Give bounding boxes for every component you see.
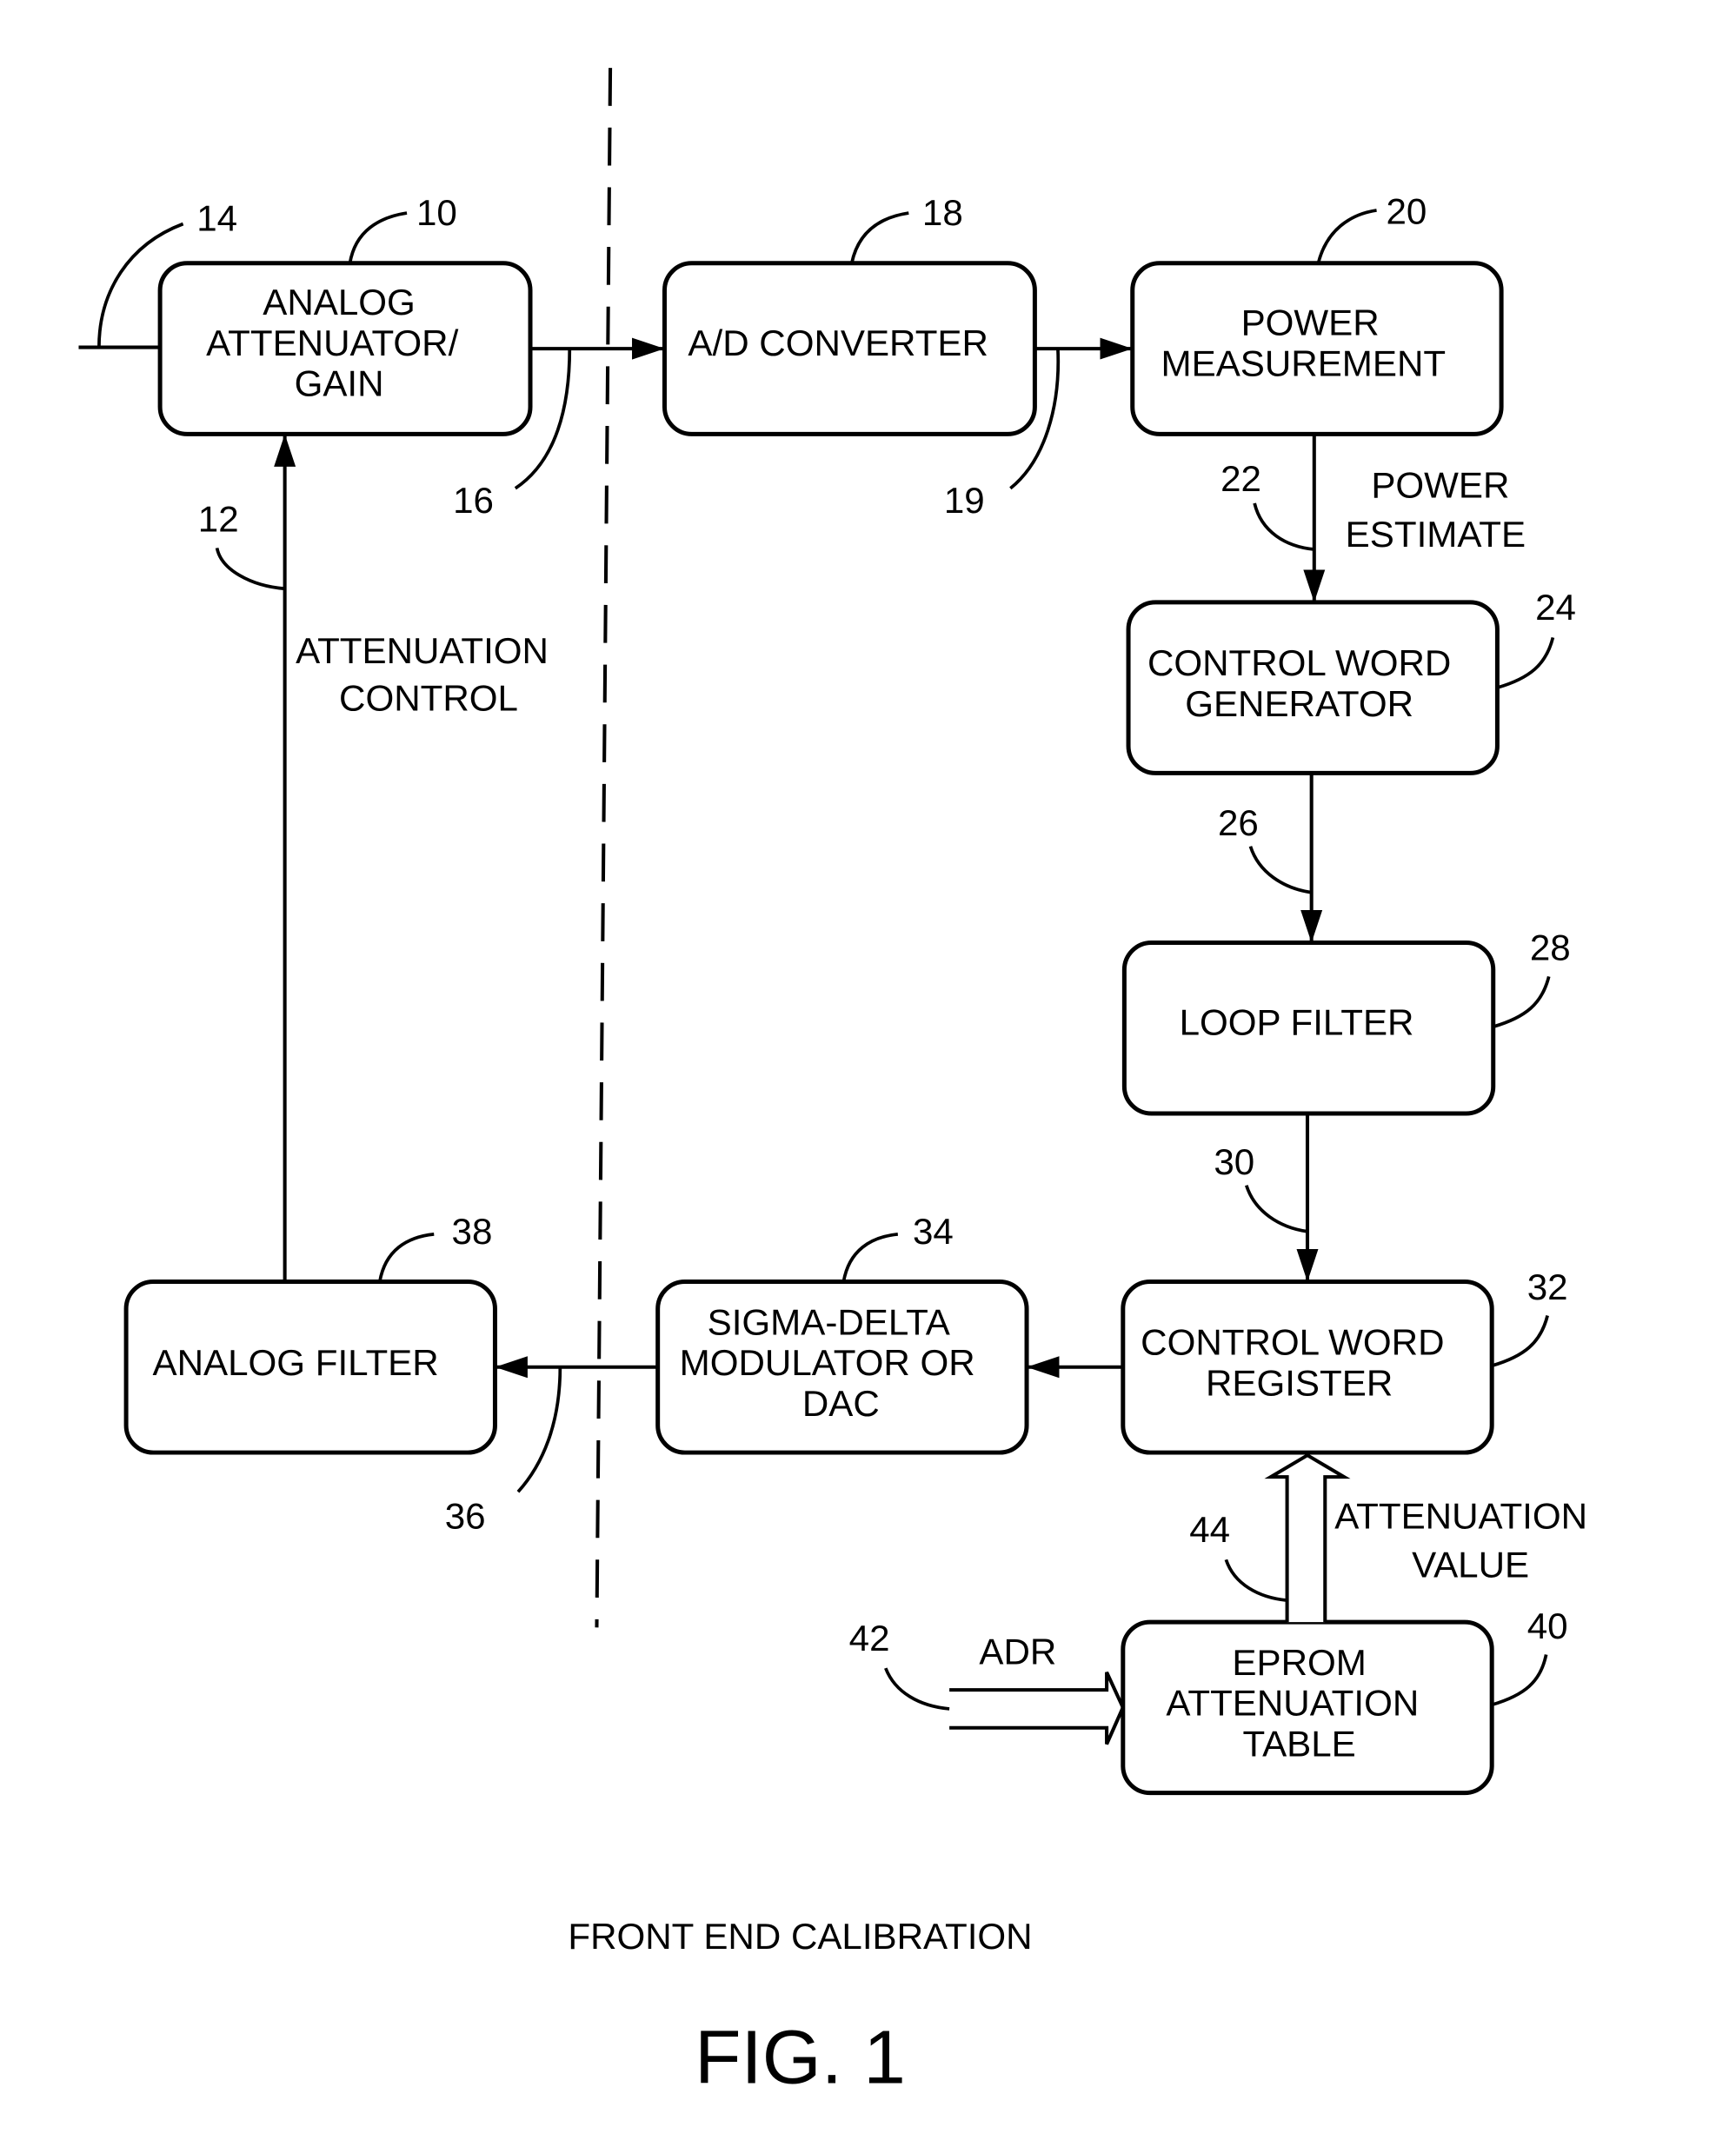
- leader-26: [1248, 846, 1312, 894]
- block-line: ANALOG FILTER: [153, 1342, 439, 1383]
- ref-38: 38: [452, 1211, 493, 1252]
- leader-10: [348, 211, 408, 264]
- ref-16: 16: [453, 480, 494, 521]
- power-measurement-block: POWER MEASUREMENT: [1130, 261, 1504, 436]
- leader-42: [884, 1667, 950, 1711]
- attenuation-value-label-line: ATTENUATION: [1334, 1495, 1587, 1536]
- ref-24: 24: [1535, 587, 1576, 628]
- ref-40: 40: [1527, 1605, 1568, 1646]
- ref-36: 36: [445, 1495, 486, 1536]
- ref-30: 30: [1214, 1141, 1254, 1182]
- leader-36: [516, 1366, 562, 1493]
- eprom-attenuation-table-block: EPROM ATTENUATION TABLE: [1121, 1619, 1494, 1796]
- leader-30: [1244, 1185, 1308, 1233]
- block-line: EPROM: [1232, 1642, 1366, 1683]
- block-line: ATTENUATOR/: [206, 322, 458, 363]
- leader-12: [215, 547, 285, 591]
- leader-40: [1491, 1654, 1548, 1707]
- ref-26: 26: [1218, 802, 1259, 843]
- ref-32: 32: [1527, 1266, 1568, 1307]
- ref-22: 22: [1221, 458, 1261, 499]
- block-line: CONTROL WORD: [1141, 1322, 1444, 1363]
- leader-44: [1224, 1559, 1287, 1602]
- block-line: MODULATOR OR: [680, 1342, 975, 1383]
- block-line: LOOP FILTER: [1180, 1002, 1414, 1043]
- analog-filter-block: ANALOG FILTER: [123, 1279, 497, 1455]
- block-line: ANALOG: [263, 282, 416, 322]
- ad-converter-block: A/D CONVERTER: [662, 261, 1037, 436]
- leader-34: [841, 1233, 899, 1282]
- figure-caption: FRONT END CALIBRATION: [568, 1916, 1032, 1957]
- attenuation-control-label-line: ATTENUATION: [296, 630, 549, 671]
- block-line: TABLE: [1242, 1724, 1355, 1765]
- ref-10: 10: [416, 192, 457, 233]
- leader-18: [849, 211, 909, 264]
- leader-22: [1253, 502, 1314, 551]
- attenuation-value-label-line: VALUE: [1412, 1545, 1529, 1585]
- power-estimate-label-line: ESTIMATE: [1346, 514, 1526, 555]
- front-end-calibration-diagram: ANALOG ATTENUATOR/ GAIN A/D CONVERTER PO…: [78, 68, 1587, 2100]
- block-line: REGISTER: [1206, 1363, 1393, 1404]
- attenuation-value-bus-arrow: [1264, 1452, 1351, 1623]
- power-estimate-label-line: POWER: [1371, 465, 1509, 506]
- ref-12: 12: [198, 499, 239, 540]
- analog-digital-boundary: [595, 68, 613, 1628]
- attenuation-control-label-line: CONTROL: [339, 678, 518, 719]
- leader-38: [377, 1233, 435, 1282]
- leader-20: [1316, 209, 1377, 264]
- block-line: ATTENUATION: [1166, 1683, 1419, 1724]
- analog-attenuator-block: ANALOG ATTENUATOR/ GAIN: [157, 261, 533, 436]
- block-line: GAIN: [295, 363, 384, 404]
- block-line: MEASUREMENT: [1161, 342, 1447, 383]
- block-line: POWER: [1241, 302, 1380, 342]
- block-line: GENERATOR: [1185, 683, 1413, 724]
- ref-14: 14: [196, 197, 237, 238]
- block-line: CONTROL WORD: [1147, 642, 1451, 683]
- ref-18: 18: [922, 192, 963, 233]
- ref-19: 19: [944, 480, 985, 521]
- ref-44: 44: [1189, 1509, 1230, 1550]
- control-word-generator-block: CONTROL WORD GENERATOR: [1126, 600, 1500, 775]
- leader-28: [1493, 975, 1551, 1028]
- ref-28: 28: [1530, 927, 1571, 968]
- ref-42: 42: [849, 1618, 890, 1658]
- block-line: SIGMA-DELTA: [708, 1301, 950, 1342]
- address-label: ADR: [979, 1631, 1056, 1672]
- leader-32: [1491, 1315, 1549, 1368]
- ref-34: 34: [913, 1211, 954, 1252]
- loop-filter-block: LOOP FILTER: [1121, 940, 1496, 1116]
- control-word-register-block: CONTROL WORD REGISTER: [1121, 1279, 1494, 1455]
- figure-number: FIG. 1: [695, 2015, 906, 2100]
- sigma-delta-modulator-block: SIGMA-DELTA MODULATOR OR DAC: [655, 1279, 1029, 1455]
- block-line: DAC: [802, 1383, 880, 1424]
- block-line: A/D CONVERTER: [688, 322, 988, 363]
- address-bus-arrow: [949, 1671, 1126, 1745]
- ref-20: 20: [1386, 191, 1427, 232]
- leader-24: [1496, 636, 1555, 689]
